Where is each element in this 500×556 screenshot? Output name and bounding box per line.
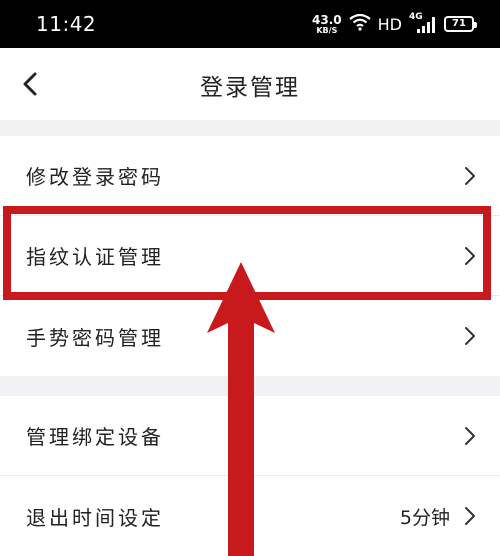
wifi-icon (348, 13, 371, 35)
list-item-label: 指纹认证管理 (26, 245, 164, 269)
hd-indicator: HD (377, 14, 402, 34)
list-item-label: 手势密码管理 (26, 325, 164, 350)
list-item-gesture-password[interactable]: 手势密码管理 (0, 296, 500, 376)
chevron-right-icon (460, 244, 480, 268)
chevron-right-icon (460, 324, 480, 348)
chevron-right-icon (460, 424, 480, 448)
settings-group-security: 修改登录密码 指纹认证管理 手势密码管理 (0, 136, 500, 376)
chevron-right-icon (460, 504, 480, 528)
list-item-fingerprint-auth[interactable]: 指纹认证管理 (0, 216, 500, 296)
list-item-value: 5分钟 (399, 506, 450, 529)
settings-group-device: 管理绑定设备 退出时间设定 5分钟 (0, 396, 500, 556)
battery-level: 71 (452, 18, 466, 29)
network-speed: 43.0 KB/S (312, 14, 342, 35)
chevron-right-icon (460, 164, 480, 188)
list-item-label: 管理绑定设备 (26, 425, 164, 449)
list-item-logout-timeout[interactable]: 退出时间设定 5分钟 (0, 476, 500, 556)
list-item-label: 修改登录密码 (26, 165, 164, 189)
status-time: 11:42 (36, 12, 97, 36)
status-icons: 43.0 KB/S HD 4G 71 (312, 10, 477, 38)
list-item-change-login-password[interactable]: 修改登录密码 (0, 136, 500, 216)
battery-icon: 71 (444, 16, 477, 32)
page-title: 登录管理 (200, 75, 300, 101)
list-item-label: 退出时间设定 (26, 505, 164, 530)
network-speed-value: 43.0 (312, 12, 342, 27)
list-item-bound-devices[interactable]: 管理绑定设备 (0, 396, 500, 476)
cellular-signal-icon: 4G (409, 12, 437, 34)
nav-bar: 登录管理 (0, 48, 500, 120)
status-bar: 11:42 43.0 KB/S HD 4G 71 (0, 0, 500, 48)
network-speed-unit: KB/S (316, 25, 338, 35)
